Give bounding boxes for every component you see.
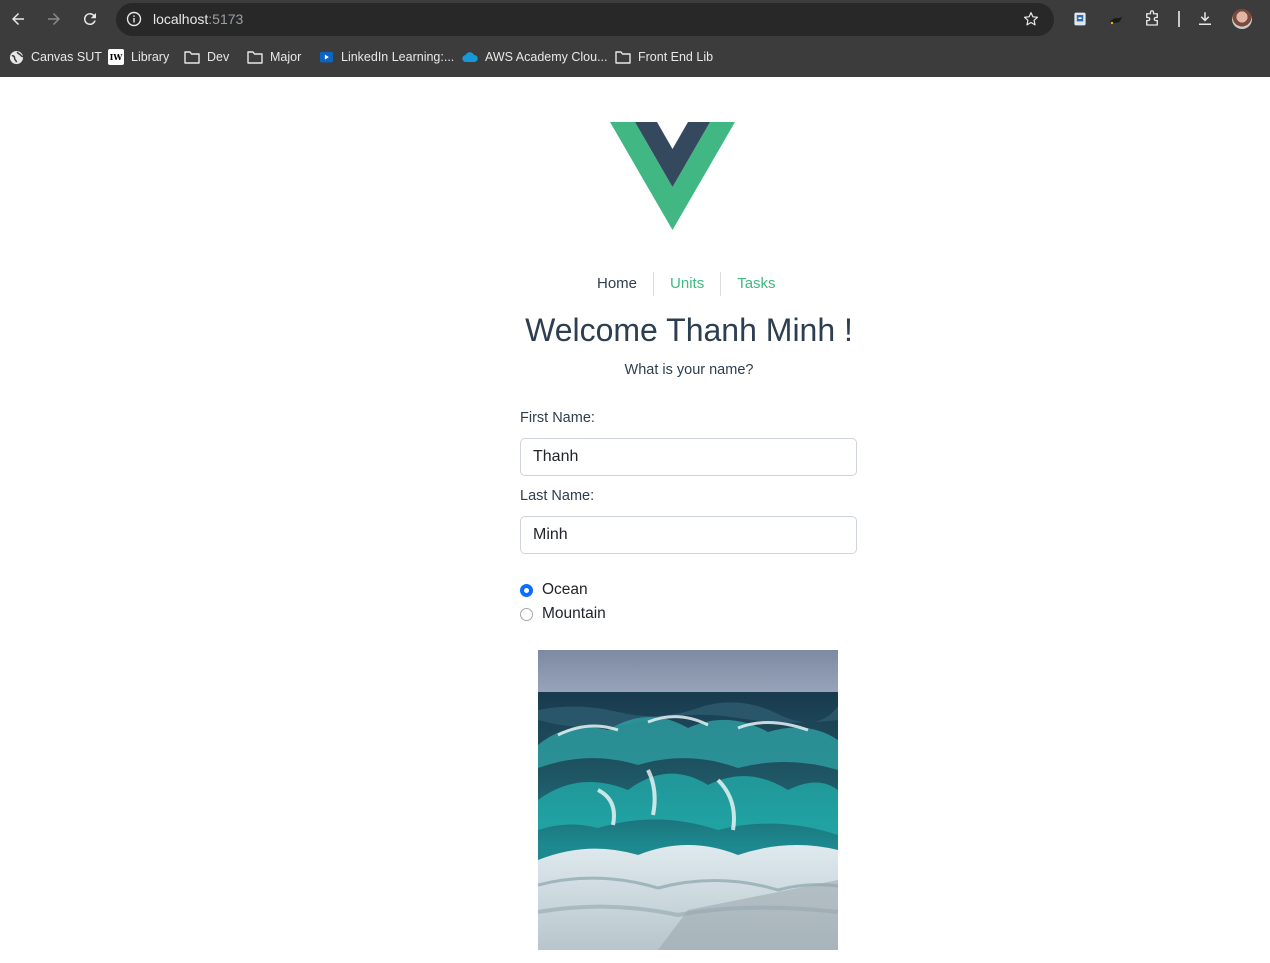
bookmark-label: Library — [131, 50, 170, 64]
reload-button[interactable] — [78, 7, 102, 31]
profile-avatar[interactable] — [1232, 9, 1252, 29]
radio-label-mountain: Mountain — [542, 605, 606, 622]
url-text[interactable]: localhost:5173 — [153, 11, 243, 27]
extensions-puzzle-icon[interactable] — [1142, 9, 1162, 29]
browser-toolbar: localhost:5173 — [0, 0, 1270, 38]
bookmark-label: LinkedIn Learning:... — [341, 50, 455, 64]
cloud-icon — [462, 49, 478, 65]
bookmark-label: Canvas SUT — [31, 50, 102, 64]
arrow-left-icon — [12, 13, 24, 25]
globe-icon — [8, 49, 24, 65]
radio-option-mountain[interactable]: Mountain — [520, 604, 606, 624]
url-host: localhost — [153, 11, 209, 27]
browser-chrome: localhost:5173 Canvas SUT IW Library Dev… — [0, 0, 1270, 77]
info-icon[interactable] — [126, 11, 142, 27]
bookmark-label: Front End Lib — [638, 50, 714, 64]
bookmark-folder-dev[interactable]: Dev — [184, 48, 229, 66]
bookmark-label: AWS Academy Clou... — [485, 50, 608, 64]
arrow-right-icon — [48, 13, 60, 25]
first-name-input[interactable] — [520, 438, 857, 476]
last-name-label: Last Name: — [520, 488, 595, 504]
bookmarks-bar: Canvas SUT IW Library Dev Major LinkedIn… — [0, 38, 1270, 77]
back-button[interactable] — [6, 7, 30, 31]
bookmark-star-icon[interactable] — [1022, 10, 1040, 28]
linkedin-learning-icon — [318, 49, 334, 65]
nav-link-home[interactable]: Home — [581, 272, 653, 296]
reload-icon — [83, 13, 96, 26]
folder-icon — [615, 49, 631, 65]
page-title: Welcome Thanh Minh ! — [525, 312, 853, 348]
radio-label-ocean: Ocean — [542, 581, 588, 598]
folder-icon — [247, 49, 263, 65]
address-bar[interactable]: localhost:5173 — [116, 3, 1054, 36]
ocean-wave-image — [538, 650, 838, 950]
bookmark-folder-front-end-lib[interactable]: Front End Lib — [615, 48, 713, 66]
last-name-input[interactable] — [520, 516, 857, 554]
bookmark-folder-major[interactable]: Major — [247, 48, 301, 66]
extension-clipboard-icon[interactable] — [1070, 9, 1090, 29]
folder-icon — [184, 49, 200, 65]
page-subtitle: What is your name? — [624, 362, 754, 378]
radio-button-selected[interactable] — [520, 583, 533, 597]
forward-button[interactable] — [42, 7, 66, 31]
nav-link-units[interactable]: Units — [653, 272, 720, 296]
bookmark-linkedin-learning[interactable]: LinkedIn Learning:... — [318, 48, 454, 66]
extension-bird-icon[interactable] — [1106, 9, 1126, 29]
bookmark-library[interactable]: IW Library — [108, 48, 169, 66]
toolbar-divider — [1178, 11, 1180, 27]
bookmark-aws-academy[interactable]: AWS Academy Clou... — [462, 48, 608, 66]
iw-logo-icon: IW — [108, 49, 124, 65]
nav-link-tasks[interactable]: Tasks — [720, 272, 791, 296]
bookmark-label: Major — [270, 50, 302, 64]
radio-button-unselected[interactable] — [520, 607, 533, 621]
bookmark-canvas-sut[interactable]: Canvas SUT — [8, 48, 102, 66]
download-icon[interactable] — [1195, 9, 1215, 29]
bookmark-label: Dev — [207, 50, 230, 64]
vue-logo — [610, 122, 735, 230]
url-port: :5173 — [208, 11, 244, 27]
radio-option-ocean[interactable]: Ocean — [520, 580, 588, 600]
first-name-label: First Name: — [520, 410, 595, 426]
main-nav: Home Units Tasks — [581, 272, 792, 296]
